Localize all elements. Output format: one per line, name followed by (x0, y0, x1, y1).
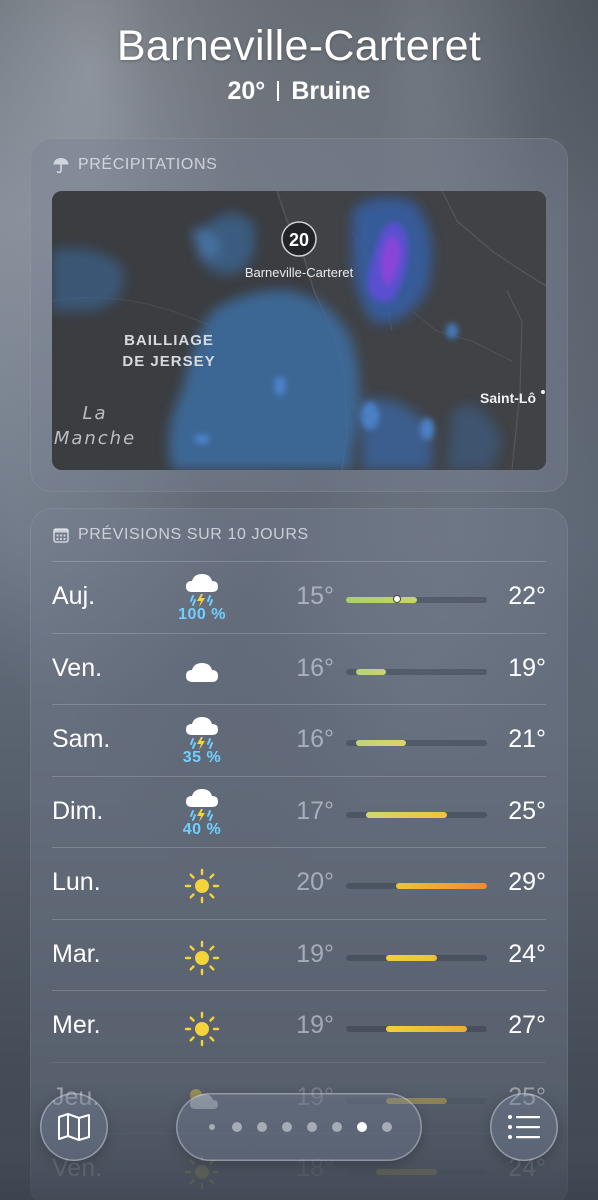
sun-icon (182, 866, 222, 906)
forecast-day: Mar. (52, 939, 101, 968)
precipitation-map[interactable]: 20 Barneville-Carteret BAILLIAGE DE JERS… (52, 191, 546, 470)
forecast-row[interactable]: Mer. 19° 27° (52, 990, 546, 1062)
high-temperature: 19° (508, 653, 546, 682)
precipitation-card[interactable]: PRÉCIPITATIONS 20 Barneville-Carteret BA… (30, 138, 568, 492)
temperature-range-fill (356, 668, 387, 675)
forecast-day: Auj. (52, 582, 96, 610)
temperature-range-fill (386, 954, 437, 961)
high-temperature: 22° (508, 582, 546, 610)
precipitation-chance: 40 % (182, 820, 222, 838)
low-temperature: 19° (296, 1011, 334, 1039)
city-name: Barneville-Carteret (116, 22, 482, 70)
temperature-range-fill (386, 1026, 467, 1032)
temperature-range-fill (376, 1169, 437, 1175)
precipitation-title: PRÉCIPITATIONS (30, 138, 568, 174)
temperature-range-bar (346, 954, 487, 961)
precipitation-chance: 35 % (182, 749, 222, 766)
sun-icon (182, 1009, 222, 1049)
temperature-range-fill (396, 883, 487, 889)
page-dot[interactable] (257, 1122, 267, 1132)
summary-separator (277, 81, 280, 101)
temperature-range-fill (366, 811, 447, 818)
high-temperature: 27° (508, 1011, 546, 1039)
low-temperature: 16° (296, 653, 334, 682)
high-temperature: 24° (508, 939, 546, 968)
low-temperature: 16° (296, 725, 334, 753)
current-temperature: 20° (227, 77, 266, 105)
high-temperature: 25° (508, 796, 546, 825)
cloud-lightning-rain-icon (182, 713, 222, 753)
low-temperature: 20° (296, 868, 334, 896)
forecast-row[interactable]: Ven. 16° 19° (52, 632, 546, 705)
sun-icon (182, 938, 222, 978)
high-temperature: 21° (508, 725, 546, 753)
temperature-range-fill (346, 597, 417, 603)
page-dot[interactable] (332, 1122, 342, 1132)
temperature-range-fill (356, 740, 407, 746)
umbrella-icon (53, 158, 69, 174)
page-dot-location[interactable] (209, 1124, 215, 1130)
map-icon (58, 1113, 90, 1141)
page-indicator[interactable] (176, 1093, 422, 1161)
location-marker[interactable]: 20 (281, 221, 317, 257)
forecast-day: Mer. (52, 1011, 101, 1039)
forecast-row[interactable]: Mar. 19° 24° (52, 918, 546, 991)
map-region-label-2: DE JERSEY (122, 353, 215, 370)
forecast-row[interactable]: Dim. 40 % 17° 25° (52, 775, 546, 848)
forecast-row[interactable]: Lun. 20° 29° (52, 847, 546, 919)
cloud-lightning-rain-icon (182, 785, 222, 825)
calendar-icon (53, 528, 69, 543)
map-region-label-1: BAILLIAGE (124, 332, 214, 349)
page-dot-active[interactable] (357, 1122, 367, 1132)
page-dot[interactable] (382, 1122, 392, 1132)
marker-temperature: 20 (289, 230, 309, 250)
list-icon (508, 1115, 540, 1139)
temperature-range-bar (346, 668, 487, 675)
low-temperature: 15° (296, 582, 334, 610)
temperature-range-bar (346, 1026, 487, 1032)
low-temperature: 19° (296, 939, 334, 968)
temperature-range-bar (346, 595, 487, 603)
cloud-icon (182, 652, 222, 692)
location-header: Barneville-Carteret 20° Bruine (0, 22, 598, 106)
map-svg: 20 Barneville-Carteret BAILLIAGE DE JERS… (52, 191, 546, 470)
forecast-day: Dim. (52, 796, 104, 825)
temperature-range-bar (346, 1169, 487, 1175)
temperature-range-bar (346, 740, 487, 746)
map-sea-label-2: Manche (54, 428, 136, 449)
page-dot[interactable] (307, 1122, 317, 1132)
page-dot[interactable] (282, 1122, 292, 1132)
map-sea-label-1: La (82, 403, 107, 424)
current-condition: Bruine (291, 77, 371, 105)
map-town-label: Saint-Lô (480, 390, 536, 406)
map-city-label: Barneville-Carteret (245, 265, 354, 280)
forecast-title: PRÉVISIONS SUR 10 JOURS (30, 508, 568, 544)
precipitation-chance: 100 % (178, 606, 226, 623)
precipitation-title-text: PRÉCIPITATIONS (78, 156, 218, 173)
locations-list-button[interactable] (490, 1093, 558, 1161)
forecast-day: Ven. (52, 653, 103, 682)
forecast-row[interactable]: Auj. 100 % 15° 22° (52, 561, 546, 633)
map-button[interactable] (40, 1093, 108, 1161)
temperature-range-bar (346, 883, 487, 889)
forecast-title-text: PRÉVISIONS SUR 10 JOURS (78, 526, 309, 543)
forecast-day: Sam. (52, 725, 111, 753)
high-temperature: 29° (508, 868, 546, 896)
cloud-lightning-rain-icon (182, 570, 222, 610)
low-temperature: 17° (296, 796, 334, 825)
forecast-day: Lun. (52, 868, 101, 896)
temperature-range-bar (346, 811, 487, 818)
forecast-row[interactable]: Sam. 35 % 16° 21° (52, 704, 546, 776)
page-dot[interactable] (232, 1122, 242, 1132)
current-summary: 20° Bruine (0, 77, 598, 106)
